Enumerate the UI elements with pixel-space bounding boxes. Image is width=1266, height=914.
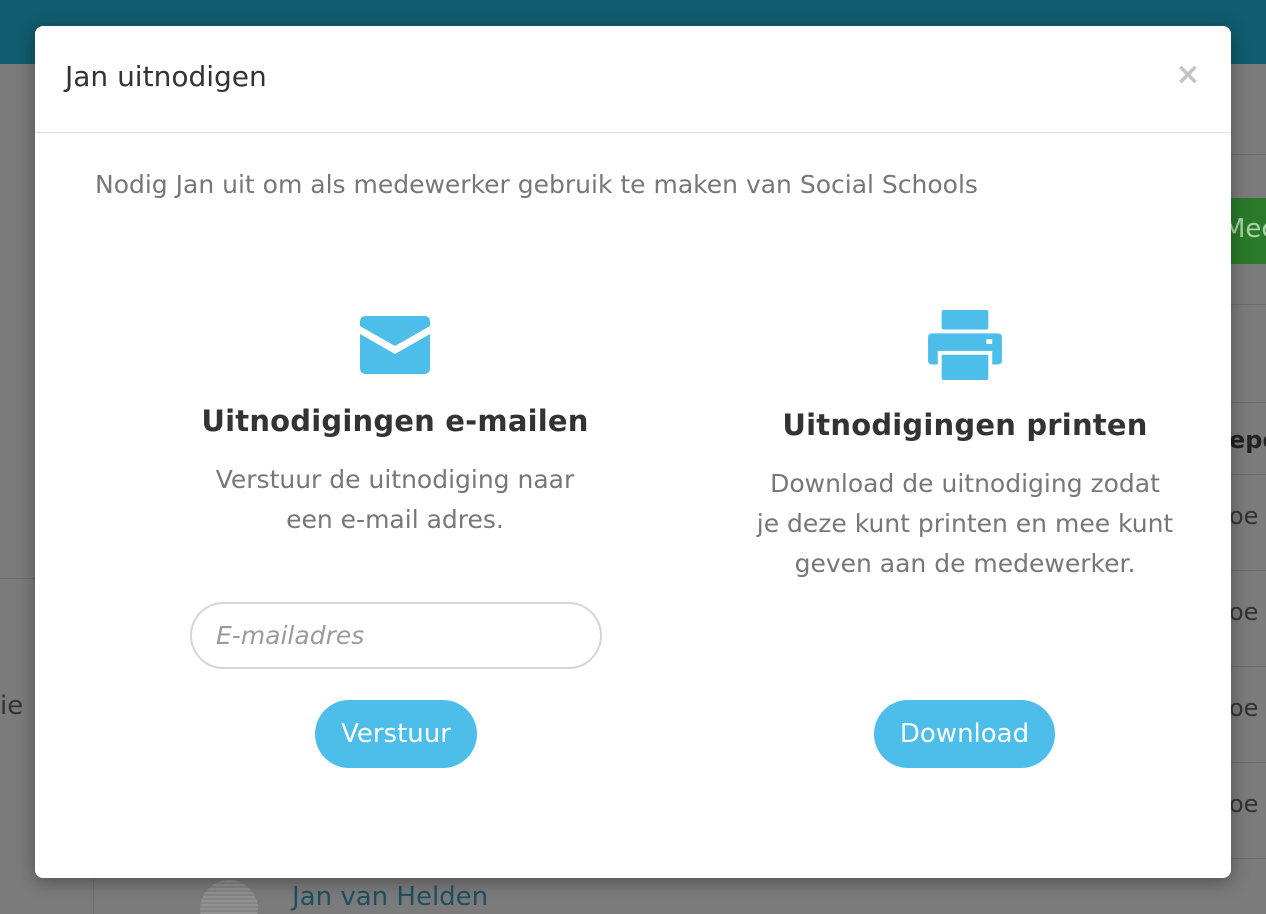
- close-icon[interactable]: ×: [1173, 60, 1203, 90]
- print-option-description: Download de uitnodiging zodat je deze ku…: [756, 469, 1174, 578]
- table-cell: oe: [1229, 790, 1259, 818]
- printer-icon: [928, 310, 1002, 380]
- print-option-title: Uitnodigingen printen: [782, 408, 1148, 442]
- email-invite-option: Uitnodigingen e-mailen Verstuur de uitno…: [115, 310, 675, 540]
- send-button[interactable]: Verstuur: [315, 700, 477, 768]
- table-divider: [1229, 666, 1266, 667]
- email-input[interactable]: [190, 602, 602, 669]
- email-option-title: Uitnodigingen e-mailen: [201, 404, 589, 438]
- modal-intro-text: Nodig Jan uit om als medewerker gebruik …: [95, 170, 978, 199]
- print-invite-option: Uitnodigingen printen Download de uitnod…: [685, 310, 1245, 584]
- table-divider: [1229, 762, 1266, 763]
- download-button[interactable]: Download: [874, 700, 1055, 768]
- table-cell: oe: [1229, 598, 1259, 626]
- modal-header: Jan uitnodigen ×: [35, 26, 1231, 133]
- table-cell: oe: [1229, 694, 1259, 722]
- envelope-icon: [360, 316, 430, 374]
- modal-title: Jan uitnodigen: [65, 60, 267, 93]
- table-divider: [1229, 858, 1266, 859]
- table-divider: [1229, 304, 1266, 305]
- email-option-description: Verstuur de uitnodiging naar een e-mail …: [215, 465, 575, 534]
- left-column-text: ie: [0, 691, 24, 721]
- invite-modal: Jan uitnodigen × Nodig Jan uit om als me…: [35, 26, 1231, 878]
- add-employee-button: Mec: [1229, 198, 1266, 264]
- person-name-link: Jan van Helden: [292, 882, 489, 912]
- table-divider: [1229, 154, 1266, 155]
- add-employee-button-label: Mec: [1229, 214, 1266, 244]
